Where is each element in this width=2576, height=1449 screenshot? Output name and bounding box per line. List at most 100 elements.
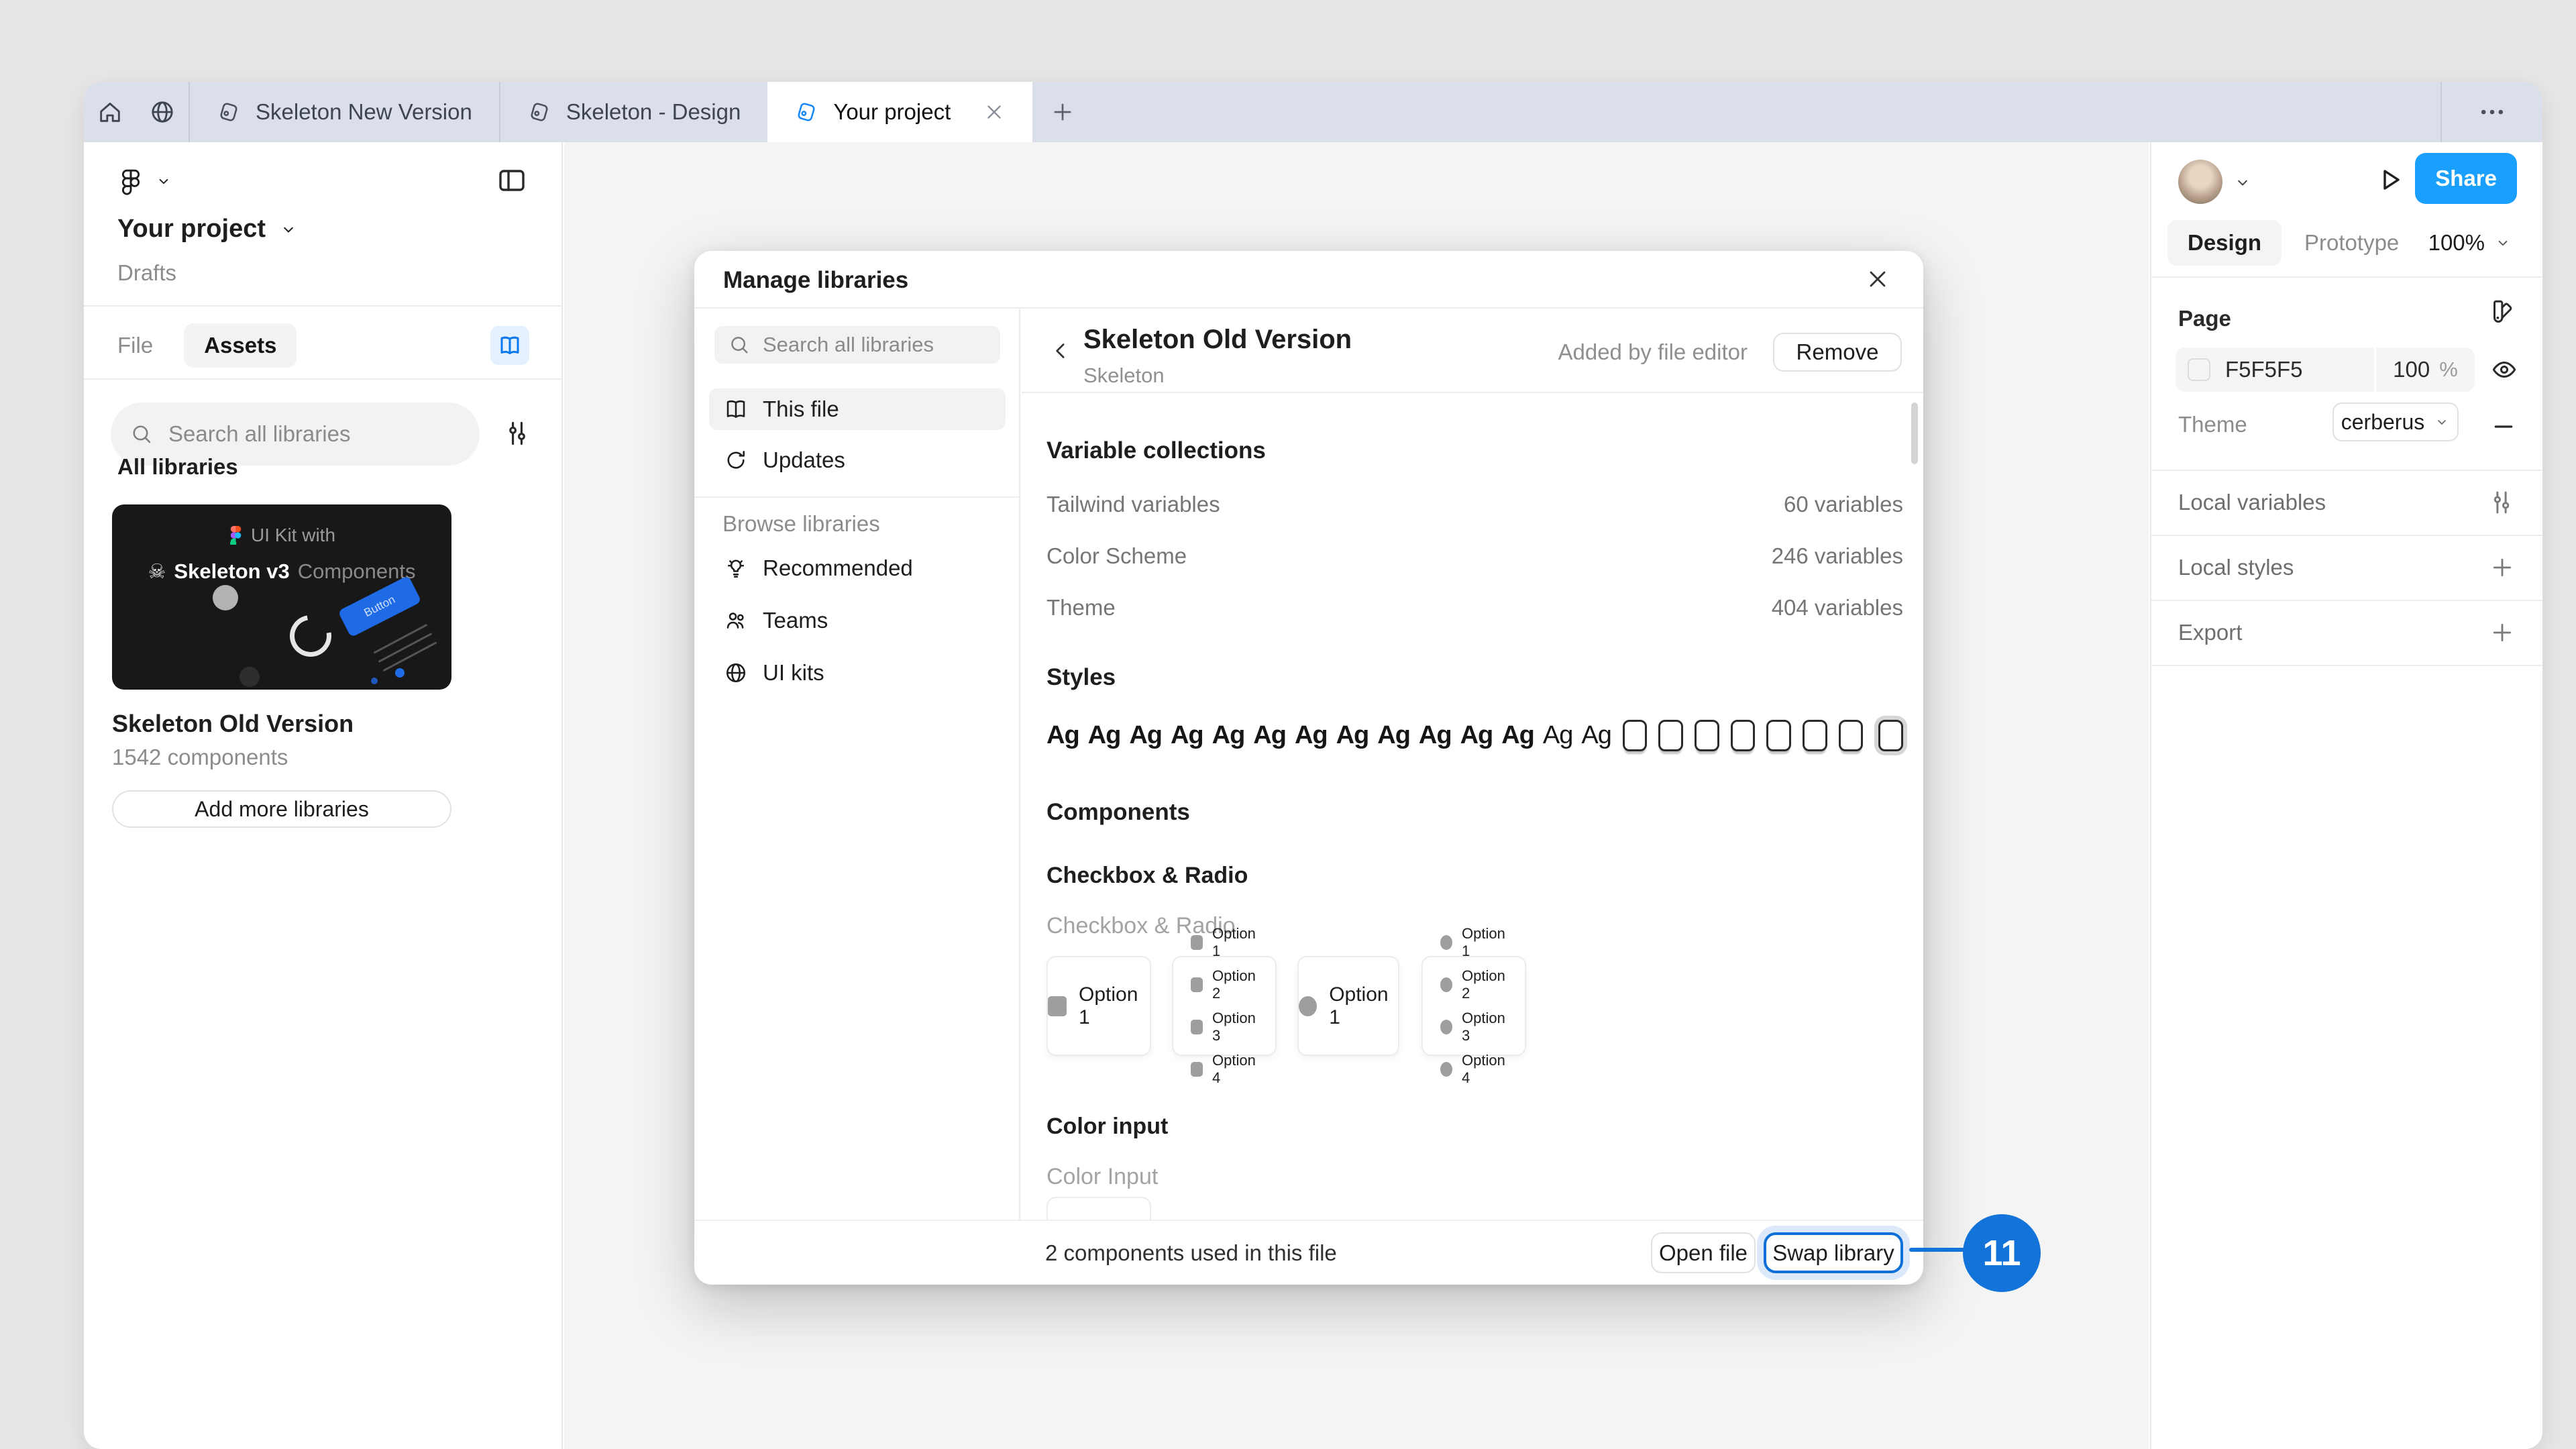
detail-library-name: Skeleton Old Version — [1083, 325, 1352, 355]
text-style-sample: Ag — [1460, 721, 1493, 750]
browse-community-button[interactable] — [136, 82, 189, 142]
libraries-button[interactable] — [490, 326, 529, 365]
figma-mini-logo-icon — [228, 526, 241, 545]
library-name[interactable]: Skeleton Old Version — [112, 710, 354, 738]
ellipsis-icon — [2477, 97, 2507, 127]
close-icon[interactable] — [1864, 266, 1891, 292]
project-location: Drafts — [117, 260, 176, 286]
color-swatch[interactable] — [2188, 358, 2210, 381]
tab-your-project[interactable]: Your project — [767, 82, 1032, 142]
eye-icon[interactable] — [2490, 356, 2518, 384]
tab-file[interactable]: File — [117, 333, 153, 358]
filter-sliders-icon[interactable] — [502, 419, 532, 448]
thumb-decor-circle — [213, 585, 238, 610]
home-icon — [97, 99, 123, 125]
home-button[interactable] — [84, 82, 136, 142]
variables-sliders-icon[interactable] — [2487, 488, 2516, 517]
tab-skeleton-new-version[interactable]: Skeleton New Version — [189, 82, 499, 142]
manage-libraries-modal: Manage libraries This file Updates Brows… — [694, 251, 1923, 1285]
component-card-radio-group[interactable]: Option 1 Option 2 Option 3 Option 4 — [1421, 956, 1526, 1056]
zoom-level: 100% — [2428, 230, 2485, 256]
component-card-checkbox[interactable]: Option 1 — [1046, 956, 1151, 1056]
add-more-libraries-button[interactable]: Add more libraries — [112, 790, 451, 828]
figma-logo-icon — [117, 166, 144, 196]
page-opacity-field[interactable]: 100 % — [2374, 347, 2475, 392]
figma-file-icon — [217, 100, 241, 124]
tab-label: Your project — [833, 99, 951, 125]
local-styles-row[interactable]: Local styles — [2151, 535, 2542, 600]
export-row[interactable]: Export — [2151, 600, 2542, 665]
checkbox-glyph — [1191, 1020, 1203, 1034]
radio-glyph — [1299, 996, 1317, 1016]
present-play-button[interactable] — [2374, 164, 2406, 196]
swap-library-button[interactable]: Swap library — [1764, 1232, 1903, 1273]
component-card-radio[interactable]: Option 1 — [1297, 956, 1399, 1056]
toggle-sidebar-button[interactable] — [496, 164, 528, 197]
remove-button[interactable]: Remove — [1773, 333, 1902, 372]
effect-style-swatch — [1731, 720, 1756, 751]
close-tab-icon[interactable] — [983, 101, 1006, 123]
thumb-caption-bold: Skeleton v3 — [174, 559, 289, 584]
window-more-button[interactable] — [2442, 82, 2542, 142]
tab-label: Skeleton - Design — [566, 99, 741, 125]
figma-menu-button[interactable] — [117, 166, 172, 196]
share-button[interactable]: Share — [2415, 153, 2517, 204]
local-variables-row[interactable]: Local variables — [2151, 470, 2542, 535]
nav-item-recommended[interactable]: Recommended — [709, 547, 1006, 589]
divider — [2151, 665, 2542, 666]
detail-scroll-content: Variable collections Tailwind variables … — [1022, 393, 1923, 1220]
zoom-dropdown[interactable]: 100% — [2428, 230, 2512, 256]
variable-row: Theme 404 variables — [1046, 593, 1903, 623]
added-by-text: Added by file editor — [1558, 339, 1748, 365]
new-tab-button[interactable] — [1032, 82, 1093, 142]
modal-title: Manage libraries — [723, 267, 908, 294]
option-label: Option 2 — [1212, 967, 1258, 1002]
chevron-down-icon — [2434, 414, 2450, 430]
nav-item-teams[interactable]: Teams — [709, 600, 1006, 641]
remove-theme-icon[interactable] — [2490, 413, 2517, 440]
add-export-plus-icon[interactable] — [2489, 619, 2516, 646]
page-color-field[interactable]: F5F5F5 — [2176, 347, 2374, 392]
modal-search[interactable] — [714, 326, 1000, 364]
theme-label: Theme — [2178, 412, 2247, 437]
browse-libraries-heading: Browse libraries — [722, 511, 880, 537]
page-color-row: F5F5F5 100 % — [2176, 347, 2475, 392]
styles-swatchbook-icon[interactable] — [2487, 298, 2516, 326]
nav-item-updates[interactable]: Updates — [709, 439, 1006, 481]
open-file-button[interactable]: Open file — [1651, 1232, 1756, 1273]
nav-item-this-file[interactable]: This file — [709, 388, 1006, 430]
styles-heading: Styles — [1046, 664, 1116, 691]
plus-icon — [1050, 99, 1075, 125]
tab-skeleton-design[interactable]: Skeleton - Design — [499, 82, 767, 142]
component-card-checkbox-group[interactable]: Option 1 Option 2 Option 3 Option 4 — [1172, 956, 1277, 1056]
search-input[interactable] — [168, 421, 461, 447]
thumb-decor-lines — [370, 616, 441, 679]
variable-name: Tailwind variables — [1046, 492, 1220, 517]
tab-assets[interactable]: Assets — [184, 323, 297, 368]
radio-glyph — [1440, 977, 1452, 992]
group-heading: Checkbox & Radio — [1046, 863, 1248, 889]
chevron-down-icon[interactable] — [2233, 173, 2252, 192]
project-name-dropdown[interactable]: Your project — [117, 215, 298, 244]
nav-item-ui-kits[interactable]: UI kits — [709, 652, 1006, 694]
variable-name: Theme — [1046, 595, 1116, 621]
modal-header: Manage libraries — [694, 251, 1923, 309]
tab-prototype[interactable]: Prototype — [2304, 230, 2399, 256]
tab-design[interactable]: Design — [2167, 220, 2282, 266]
option-label: Option 4 — [1462, 1052, 1507, 1087]
library-card-thumbnail[interactable]: UI Kit with ☠ Skeleton v3 Components But… — [112, 504, 451, 690]
effect-style-swatch — [1878, 720, 1903, 751]
refresh-icon — [724, 448, 748, 472]
avatar[interactable] — [2178, 160, 2222, 204]
lightbulb-icon — [724, 556, 748, 580]
annotation-step-badge: 11 — [1963, 1214, 2041, 1292]
back-chevron-icon[interactable] — [1049, 338, 1074, 364]
modal-search-input[interactable] — [763, 333, 987, 357]
effect-style-swatch — [1839, 720, 1864, 751]
scrollbar-thumb[interactable] — [1911, 402, 1918, 464]
globe-icon — [149, 99, 176, 125]
skeleton-logo-icon: ☠ — [148, 560, 166, 584]
text-style-sample: Ag — [1295, 721, 1328, 750]
theme-dropdown[interactable]: cerberus — [2332, 402, 2459, 441]
add-style-plus-icon[interactable] — [2489, 554, 2516, 581]
